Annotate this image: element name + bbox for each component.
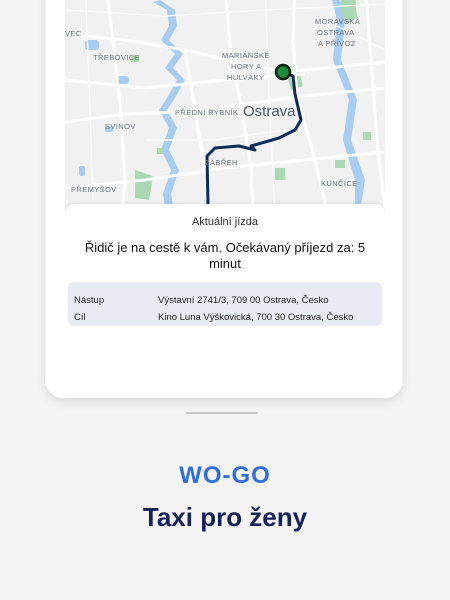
map-label: PŘEDNÍ RYBNÍK (175, 108, 238, 117)
map-label: TŘEBOVICE (93, 53, 140, 62)
map-label: SVINOV (105, 122, 136, 131)
map-label: ZÁBŘEH (205, 158, 238, 167)
map-label: PŘEMYŠOV (71, 185, 117, 194)
tagline: Taxi pro ženy (142, 502, 308, 532)
park (363, 132, 371, 140)
ride-card-title: Aktuální jízda (191, 216, 259, 228)
map-label: MORAVSKÁ (315, 17, 360, 26)
map-label: HULVÁKY (227, 73, 264, 82)
app-screen: MORAVSKÁ OSTRAVA A PŘÍVOZ MARIÁNSKÉ HORY… (65, 0, 385, 342)
current-ride-card: Aktuální jízda Řidič je na cestě k vám. … (65, 204, 385, 342)
home-indicator (186, 412, 258, 414)
map-label: KUNČICE (321, 179, 358, 188)
brand-name: WO-GO (179, 462, 271, 489)
ride-details: Nástup Výstavní 2741/3, 709 00 Ostrava, … (68, 282, 382, 326)
park (335, 160, 345, 168)
pond (79, 166, 85, 176)
park (275, 168, 285, 180)
park (157, 148, 163, 154)
map-label: A PŘÍVOZ (318, 39, 356, 48)
map-label: HORY A (231, 62, 261, 71)
map-label: OSTRAVA (317, 28, 355, 37)
destination-address: Kino Luna Výškovická, 700 30 Ostrava, Če… (158, 312, 354, 323)
pickup-label: Nástup (74, 295, 105, 306)
map-label: MARIÁNSKÉ (222, 51, 270, 60)
map-label: VEC (65, 29, 82, 38)
ride-status-message: Řidič je na cestě k vám. Očekávaný příje… (84, 240, 366, 271)
tablet-device: MORAVSKÁ OSTRAVA A PŘÍVOZ MARIÁNSKÉ HORY… (45, 0, 403, 398)
driver-marker (274, 63, 292, 81)
pickup-address: Výstavní 2741/3, 709 00 Ostrava, Česko (158, 295, 329, 306)
destination-label: Cíl (74, 312, 86, 323)
map-city-label: Ostrava (243, 103, 296, 120)
